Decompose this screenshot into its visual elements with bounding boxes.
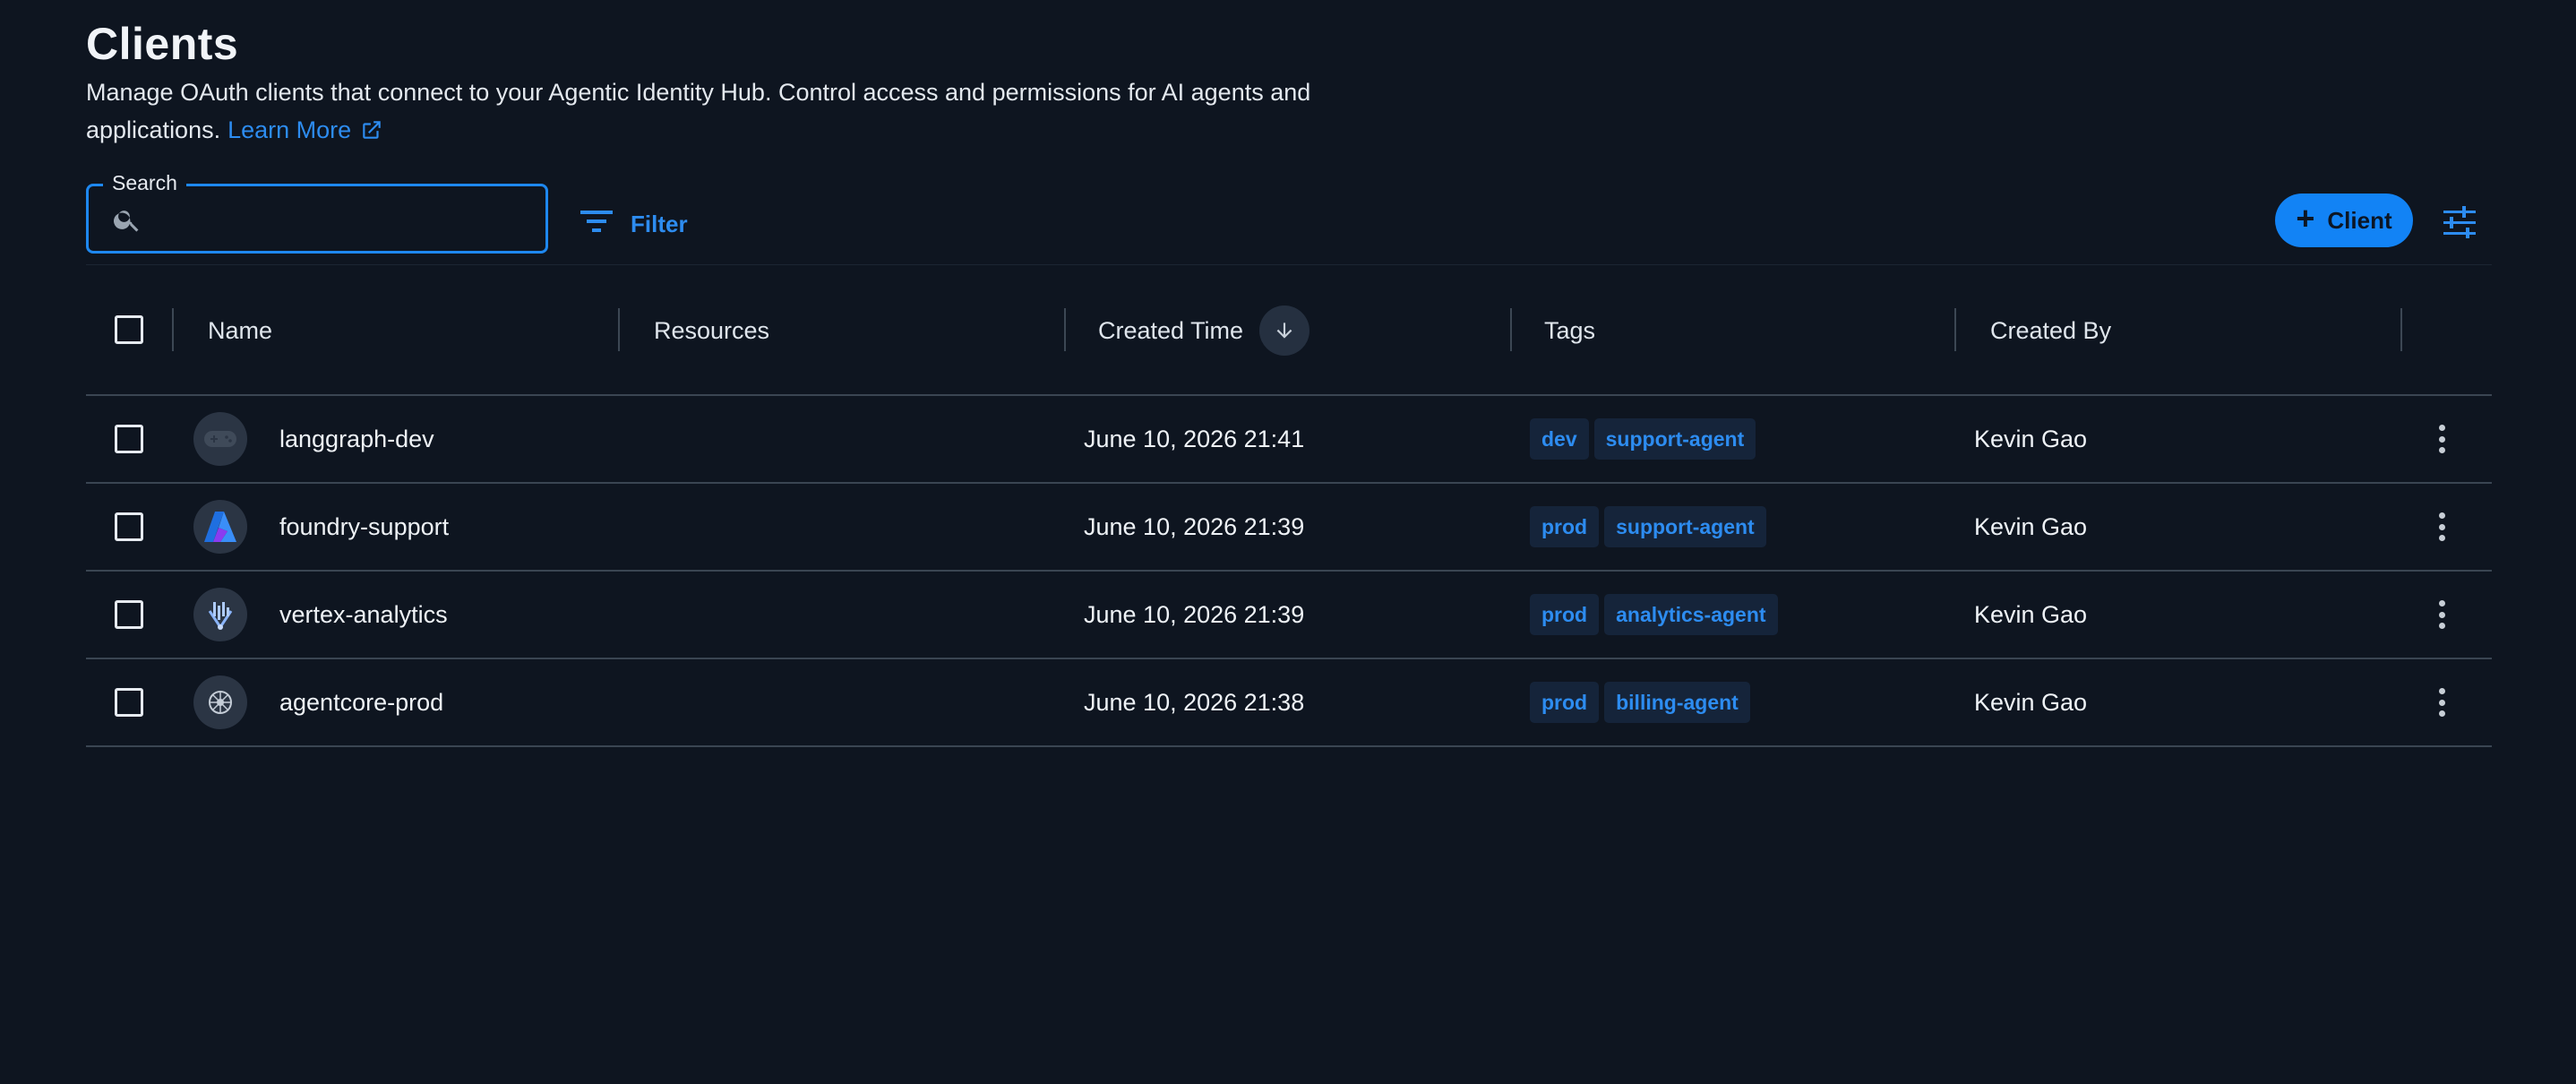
- row-checkbox[interactable]: [115, 425, 143, 453]
- row-checkbox[interactable]: [115, 512, 143, 541]
- created-by: Kevin Gao: [1974, 425, 2088, 452]
- tag-badge: billing-agent: [1604, 682, 1750, 723]
- search-icon: [112, 204, 142, 239]
- created-time: June 10, 2026 21:41: [1084, 425, 1305, 452]
- table-row[interactable]: agentcore-prod June 10, 2026 21:38 prod …: [86, 659, 2492, 747]
- tags-cell: prod billing-agent: [1530, 659, 1750, 745]
- created-time-label: Created Time: [1098, 316, 1244, 344]
- created-time: June 10, 2026 21:38: [1084, 688, 1305, 716]
- toolbar-divider: [86, 264, 2492, 265]
- tag-badge: support-agent: [1593, 418, 1756, 460]
- sort-descending-icon[interactable]: [1259, 305, 1310, 356]
- filter-label: Filter: [631, 210, 688, 237]
- created-time: June 10, 2026 21:39: [1084, 600, 1305, 628]
- search-label: Search: [103, 171, 186, 195]
- column-header-created-time[interactable]: Created Time: [1098, 269, 1310, 392]
- created-by: Kevin Gao: [1974, 688, 2088, 716]
- tags-cell: prod analytics-agent: [1530, 572, 1778, 658]
- clients-table: Name Resources Created Time Tags Created…: [86, 269, 2492, 747]
- column-header-name[interactable]: Name: [208, 269, 272, 392]
- column-header-tags[interactable]: Tags: [1544, 269, 1595, 392]
- client-name[interactable]: agentcore-prod: [279, 659, 443, 745]
- page-description: Manage OAuth clients that connect to you…: [86, 73, 1340, 152]
- client-name[interactable]: foundry-support: [279, 484, 449, 570]
- column-settings-icon[interactable]: [2442, 206, 2477, 243]
- more-actions-icon[interactable]: [2433, 509, 2451, 545]
- search-input[interactable]: [160, 199, 531, 240]
- learn-more-label: Learn More: [228, 116, 352, 143]
- created-by: Kevin Gao: [1974, 512, 2088, 540]
- column-header-created-by[interactable]: Created By: [1990, 269, 2111, 392]
- tag-badge: dev: [1530, 418, 1589, 460]
- azure-logo-icon: [193, 500, 247, 554]
- page-title: Clients: [86, 19, 239, 69]
- tag-badge: prod: [1530, 682, 1600, 723]
- tags-cell: dev support-agent: [1530, 396, 1756, 482]
- table-header: Name Resources Created Time Tags Created…: [86, 269, 2492, 396]
- search-field[interactable]: Search: [86, 171, 548, 254]
- column-separator: [1510, 308, 1512, 351]
- column-header-resources[interactable]: Resources: [654, 269, 769, 392]
- column-separator: [2400, 308, 2402, 351]
- tag-badge: prod: [1530, 506, 1600, 547]
- column-separator: [172, 308, 174, 351]
- table-row[interactable]: vertex-analytics June 10, 2026 21:39 pro…: [86, 572, 2492, 659]
- select-all-checkbox[interactable]: [115, 315, 143, 344]
- tag-badge: support-agent: [1604, 506, 1766, 547]
- more-actions-icon[interactable]: [2433, 684, 2451, 720]
- client-name[interactable]: langgraph-dev: [279, 396, 434, 482]
- row-checkbox[interactable]: [115, 688, 143, 717]
- table-row[interactable]: foundry-support June 10, 2026 21:39 prod…: [86, 484, 2492, 572]
- clients-page: Clients Manage OAuth clients that connec…: [0, 0, 2576, 1084]
- column-separator: [1954, 308, 1956, 351]
- add-client-button[interactable]: + Client: [2275, 194, 2413, 247]
- column-separator: [618, 308, 620, 351]
- tag-badge: analytics-agent: [1604, 594, 1778, 635]
- created-by: Kevin Gao: [1974, 600, 2088, 628]
- tags-cell: prod support-agent: [1530, 484, 1766, 570]
- brain-icon: [193, 675, 247, 729]
- created-time: June 10, 2026 21:39: [1084, 512, 1305, 540]
- client-name[interactable]: vertex-analytics: [279, 572, 448, 658]
- more-actions-icon[interactable]: [2433, 421, 2451, 457]
- more-actions-icon[interactable]: [2433, 597, 2451, 632]
- gamepad-icon: [193, 412, 247, 466]
- vertex-logo-icon: [193, 588, 247, 641]
- external-link-icon: [360, 115, 383, 152]
- filter-button[interactable]: Filter: [579, 204, 688, 244]
- column-separator: [1064, 308, 1066, 351]
- filter-icon: [579, 208, 614, 241]
- learn-more-link[interactable]: Learn More: [228, 116, 383, 143]
- plus-icon: +: [2296, 200, 2315, 237]
- add-client-label: Client: [2327, 206, 2392, 234]
- table-row[interactable]: langgraph-dev June 10, 2026 21:41 dev su…: [86, 396, 2492, 484]
- tag-badge: prod: [1530, 594, 1600, 635]
- row-checkbox[interactable]: [115, 600, 143, 629]
